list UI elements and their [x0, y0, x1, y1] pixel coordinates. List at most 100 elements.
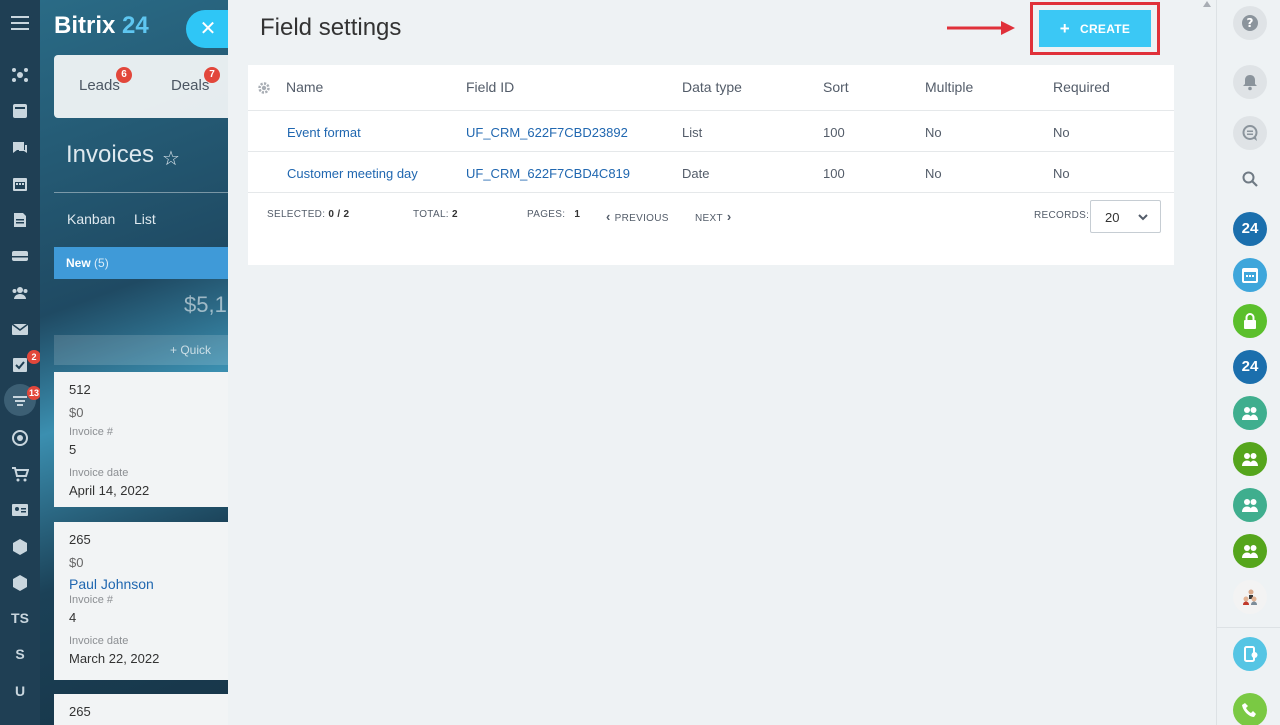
group-icon	[1242, 499, 1258, 512]
previous-page-button[interactable]: ‹ PREVIOUS	[606, 209, 669, 224]
records-value: 20	[1105, 210, 1120, 225]
left-sidebar: 2 13 TS S U	[0, 0, 42, 725]
field-sort: 100	[823, 166, 845, 181]
calendar-icon[interactable]	[11, 175, 29, 193]
chat-avatar-group[interactable]	[1233, 534, 1267, 568]
column-header-name[interactable]: Name	[286, 79, 323, 95]
chat-avatar-bitrix24-2[interactable]: 24	[1233, 350, 1267, 384]
messenger-button[interactable]	[1233, 116, 1267, 150]
selected-label: SELECTED:	[267, 209, 326, 220]
pages-counter: PAGES: 1	[527, 209, 580, 220]
help-icon: ?	[1242, 15, 1258, 31]
chat-avatar-group[interactable]	[1233, 396, 1267, 430]
column-header-field-id[interactable]: Field ID	[466, 79, 514, 95]
stage-sum: $5,1	[184, 292, 227, 317]
chat-avatar-people[interactable]	[1233, 580, 1267, 614]
field-id-link[interactable]: UF_CRM_622F7CBD23892	[466, 125, 628, 140]
view-switcher: Kanban List	[54, 192, 228, 227]
field-required: No	[1053, 166, 1070, 181]
menu-icon[interactable]	[11, 16, 29, 34]
box-icon[interactable]	[11, 538, 29, 556]
svg-text:?: ?	[1247, 16, 1254, 30]
phone-icon	[1242, 703, 1256, 717]
mail-icon[interactable]	[11, 320, 29, 338]
kanban-card[interactable]: 512 $0 Invoice # 5 Invoice date April 14…	[54, 372, 228, 507]
column-header-multiple[interactable]: Multiple	[925, 79, 973, 95]
card-field-value: March 22, 2022	[69, 651, 160, 666]
documents-icon[interactable]	[11, 211, 29, 229]
sidebar-item-u[interactable]: U	[0, 683, 40, 699]
quick-add-button[interactable]: + Quick	[54, 335, 228, 365]
field-name-link[interactable]: Customer meeting day	[287, 166, 418, 181]
card-title[interactable]: 512	[69, 382, 228, 397]
chat-avatar-group[interactable]	[1233, 488, 1267, 522]
selected-counter: SELECTED: 0 / 2	[267, 209, 349, 220]
panel-title: Field settings	[260, 14, 402, 41]
chat-avatar-calendar[interactable]	[1233, 258, 1267, 292]
tab-leads[interactable]: Leads 6	[79, 67, 132, 94]
group-icon	[1242, 545, 1258, 558]
kanban-card[interactable]: 265 $0 Paul Johnson Invoice # 4 Invoice …	[54, 522, 228, 680]
cart-icon[interactable]	[11, 465, 30, 483]
table-row[interactable]: Event format UF_CRM_622F7CBD23892 List 1…	[248, 111, 1174, 152]
pages-value[interactable]: 1	[574, 209, 580, 220]
card-field-value: April 14, 2022	[69, 483, 150, 498]
contact-card-icon[interactable]	[11, 501, 29, 519]
card-field-value: 5	[69, 442, 77, 457]
sidebar-item-ts[interactable]: TS	[0, 610, 40, 626]
tasks-badge: 2	[27, 350, 41, 364]
create-button[interactable]: + CREATE	[1039, 10, 1151, 47]
scroll-up-icon[interactable]	[1202, 0, 1212, 8]
next-label: NEXT	[695, 213, 723, 224]
column-header-sort[interactable]: Sort	[823, 79, 849, 95]
view-kanban[interactable]: Kanban	[67, 211, 115, 227]
right-bar-divider	[1217, 627, 1280, 628]
field-name-link[interactable]: Event format	[287, 125, 361, 140]
star-icon[interactable]: ☆	[162, 146, 180, 171]
card-title[interactable]: 265	[69, 532, 228, 547]
chat-icon[interactable]	[11, 139, 29, 157]
records-per-page-select[interactable]: 20	[1090, 200, 1161, 233]
field-id-link[interactable]: UF_CRM_622F7CBD4C819	[466, 166, 630, 181]
stage-new[interactable]: New (5)	[54, 247, 228, 279]
close-panel-button[interactable]: ✕	[186, 10, 228, 48]
total-counter: TOTAL: 2	[413, 209, 458, 220]
field-data-type: List	[682, 125, 703, 140]
card-amount: $0	[69, 555, 84, 570]
mobile-app-button[interactable]	[1233, 637, 1267, 671]
chevron-right-icon: ›	[726, 209, 732, 224]
table-row[interactable]: Customer meeting day UF_CRM_622F7CBD4C81…	[248, 152, 1174, 193]
tab-deals[interactable]: Deals 7	[171, 67, 220, 94]
target-icon[interactable]	[11, 429, 29, 447]
crm-tabs: Leads 6 Deals 7	[54, 55, 228, 118]
card-field-label: Invoice #	[69, 594, 114, 606]
next-page-button[interactable]: NEXT ›	[695, 209, 732, 224]
column-header-required[interactable]: Required	[1053, 79, 1110, 95]
notifications-button[interactable]	[1233, 65, 1267, 99]
activity-stream-icon[interactable]	[11, 66, 29, 84]
plus-icon: +	[1059, 18, 1070, 38]
chat-avatar-lock[interactable]	[1233, 304, 1267, 338]
call-button[interactable]	[1233, 693, 1267, 725]
box-icon-2[interactable]	[11, 574, 29, 592]
chat-avatar-bitrix24[interactable]: 24	[1233, 212, 1267, 246]
chat-avatar-group[interactable]	[1233, 442, 1267, 476]
drive-icon[interactable]	[11, 247, 29, 265]
mobile-phone-icon	[1244, 646, 1258, 662]
card-title[interactable]: 265	[69, 704, 228, 719]
kanban-card[interactable]: 265	[54, 694, 228, 725]
sidebar-item-s[interactable]: S	[0, 646, 40, 662]
search-button[interactable]	[1233, 162, 1267, 196]
chevron-down-icon	[1138, 214, 1148, 221]
gear-icon[interactable]	[257, 81, 271, 95]
bitrix-logo[interactable]: Bitrix 24	[54, 12, 149, 40]
column-header-data-type[interactable]: Data type	[682, 79, 742, 95]
contacts-icon[interactable]	[11, 284, 29, 302]
total-value: 2	[451, 209, 458, 220]
feed-icon[interactable]	[11, 102, 29, 120]
card-contact-link[interactable]: Paul Johnson	[69, 576, 228, 592]
card-field-label: Invoice #	[69, 426, 114, 438]
help-button[interactable]: ?	[1233, 6, 1267, 40]
view-list[interactable]: List	[134, 211, 156, 227]
group-icon	[1242, 407, 1258, 420]
